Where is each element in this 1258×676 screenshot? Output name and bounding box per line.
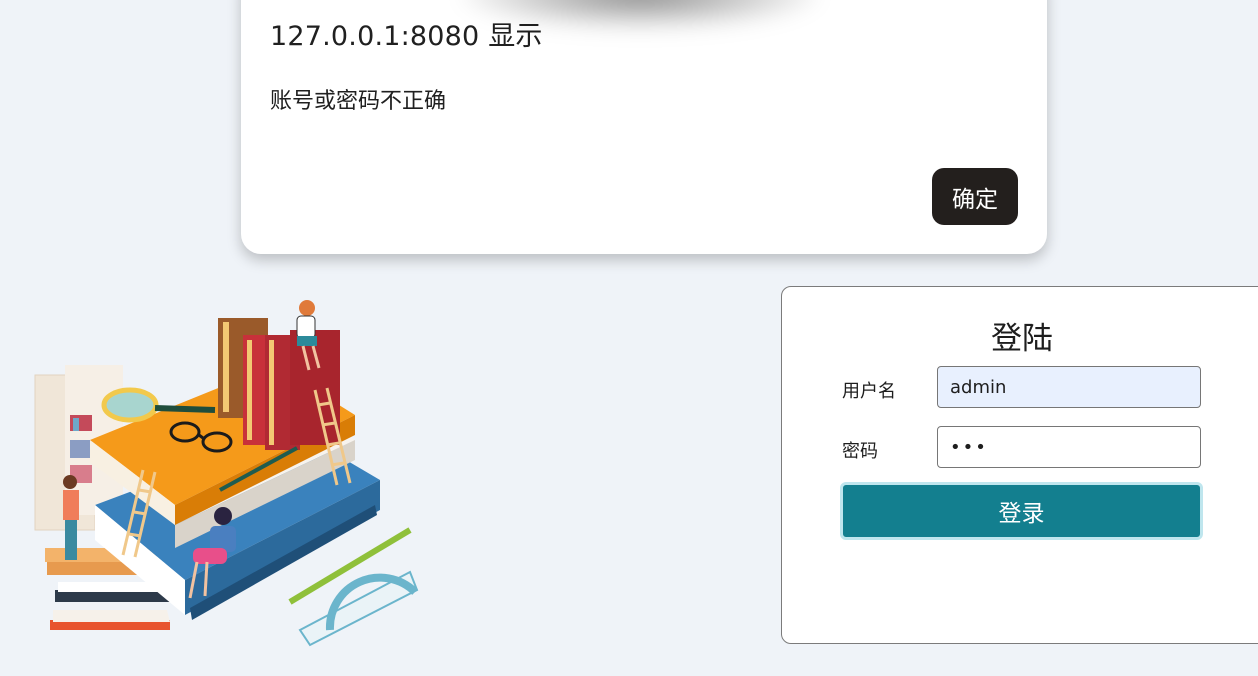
alert-dialog: 127.0.0.1:8080 显示 账号或密码不正确 确定 (241, 0, 1047, 254)
password-label: 密码 (842, 441, 878, 462)
username-input[interactable] (937, 366, 1201, 408)
username-label: 用户名 (842, 381, 896, 402)
login-button[interactable]: 登录 (840, 482, 1203, 540)
page: 127.0.0.1:8080 显示 账号或密码不正确 确定 登陆 用户名 adm… (0, 0, 1258, 676)
password-input[interactable] (937, 426, 1201, 468)
login-title: 登陆 (991, 321, 1053, 357)
alert-title: 127.0.0.1:8080 显示 (270, 21, 543, 52)
login-panel: 登陆 用户名 密码 登录 (781, 286, 1258, 644)
books-illustration (34, 300, 419, 647)
alert-message: 账号或密码不正确 (270, 89, 447, 114)
alert-ok-button[interactable]: 确定 (932, 168, 1018, 225)
